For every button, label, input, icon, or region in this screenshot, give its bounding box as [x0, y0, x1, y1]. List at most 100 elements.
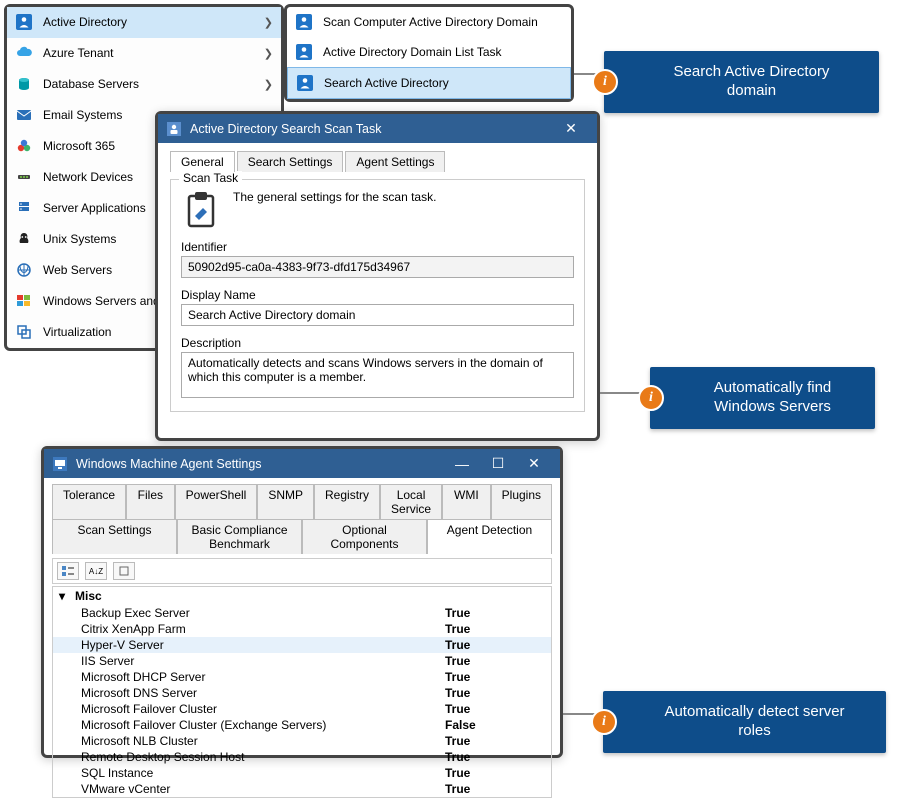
- identifier-label: Identifier: [181, 240, 574, 254]
- sidebar-item-label: Database Servers: [43, 77, 264, 91]
- grid-row[interactable]: Microsoft DHCP ServerTrue: [53, 669, 551, 685]
- display-name-field[interactable]: [181, 304, 574, 326]
- property-name: Microsoft Failover Cluster: [81, 702, 445, 716]
- tab-plugins[interactable]: Plugins: [491, 484, 552, 519]
- tab-scan-settings[interactable]: Scan Settings: [52, 519, 177, 554]
- grid-row[interactable]: IIS ServerTrue: [53, 653, 551, 669]
- tab-local-service[interactable]: Local Service: [380, 484, 442, 519]
- grid-row[interactable]: Microsoft DNS ServerTrue: [53, 685, 551, 701]
- scan-task-group: Scan Task The general settings for the s…: [170, 179, 585, 412]
- property-grid: ▾MiscBackup Exec ServerTrueCitrix XenApp…: [52, 586, 552, 798]
- scan-task-description: The general settings for the scan task.: [233, 190, 436, 204]
- tab-general[interactable]: General: [170, 151, 235, 172]
- tab-snmp[interactable]: SNMP: [257, 484, 314, 519]
- dialog-title: Windows Machine Agent Settings: [76, 457, 262, 471]
- submenu-item[interactable]: Search Active Directory: [287, 67, 571, 99]
- tab-files[interactable]: Files: [126, 484, 175, 519]
- web-icon: [15, 261, 33, 279]
- grid-row[interactable]: SQL InstanceTrue: [53, 765, 551, 781]
- dialog-titlebar[interactable]: Windows Machine Agent Settings — ☐ ✕: [44, 449, 560, 478]
- chevron-right-icon: ❯: [264, 78, 273, 91]
- grid-row[interactable]: Microsoft NLB ClusterTrue: [53, 733, 551, 749]
- submenu-item-label: Active Directory Domain List Task: [323, 45, 502, 59]
- mail-icon: [15, 106, 33, 124]
- grid-row[interactable]: VMware vCenterTrue: [53, 781, 551, 797]
- sidebar-item-azure-tenant[interactable]: Azure Tenant❯: [7, 38, 281, 69]
- property-value: True: [445, 606, 545, 620]
- tab-registry[interactable]: Registry: [314, 484, 380, 519]
- submenu-item-label: Search Active Directory: [324, 76, 449, 90]
- grid-row[interactable]: Microsoft Failover ClusterTrue: [53, 701, 551, 717]
- ad-search-scan-task-dialog: Active Directory Search Scan Task ✕ Gene…: [155, 111, 600, 441]
- property-value: True: [445, 622, 545, 636]
- close-button[interactable]: ✕: [553, 120, 589, 137]
- property-value: True: [445, 686, 545, 700]
- dialog-icon: [166, 121, 182, 137]
- cloud-icon: [15, 44, 33, 62]
- grid-row[interactable]: Microsoft Failover Cluster (Exchange Ser…: [53, 717, 551, 733]
- tab-tolerance[interactable]: Tolerance: [52, 484, 126, 519]
- property-value: True: [445, 638, 545, 652]
- info-badge-icon: i: [592, 69, 618, 95]
- server-app-icon: [15, 199, 33, 217]
- category-label: Misc: [75, 589, 102, 603]
- tab-agent-settings[interactable]: Agent Settings: [345, 151, 445, 172]
- callout-text: Automatically findWindows Servers: [714, 379, 832, 415]
- ad-icon: [15, 13, 33, 31]
- active-directory-submenu: Scan Computer Active Directory Domain Act…: [284, 4, 574, 102]
- property-name: SQL Instance: [81, 766, 445, 780]
- submenu-item[interactable]: Scan Computer Active Directory Domain: [287, 7, 571, 37]
- ad-icon: [295, 13, 313, 31]
- tab-optional-components[interactable]: Optional Components: [302, 519, 427, 554]
- sidebar-item-label: Active Directory: [43, 15, 264, 29]
- chevron-right-icon: ❯: [264, 16, 273, 29]
- sidebar-item-active-directory[interactable]: Active Directory❯: [7, 7, 281, 38]
- tab-basic-compliance-benchmark[interactable]: Basic Compliance Benchmark: [177, 519, 302, 554]
- property-value: True: [445, 782, 545, 796]
- grid-row[interactable]: Backup Exec ServerTrue: [53, 605, 551, 621]
- tab-search-settings[interactable]: Search Settings: [237, 151, 344, 172]
- chevron-right-icon: ❯: [264, 47, 273, 60]
- property-name: Hyper-V Server: [81, 638, 445, 652]
- collapse-icon[interactable]: ▾: [59, 589, 75, 603]
- tabs-row-1: ToleranceFilesPowerShellSNMPRegistryLoca…: [52, 484, 552, 519]
- property-name: Microsoft Failover Cluster (Exchange Ser…: [81, 718, 445, 732]
- property-pages-button[interactable]: [113, 562, 135, 580]
- tab-powershell[interactable]: PowerShell: [175, 484, 258, 519]
- categorized-button[interactable]: [57, 562, 79, 580]
- property-value: True: [445, 702, 545, 716]
- grid-row[interactable]: Citrix XenApp FarmTrue: [53, 621, 551, 637]
- dialog-title: Active Directory Search Scan Task: [190, 122, 382, 136]
- tab-agent-detection[interactable]: Agent Detection: [427, 519, 552, 554]
- network-icon: [15, 168, 33, 186]
- submenu-item-label: Scan Computer Active Directory Domain: [323, 15, 538, 29]
- unix-icon: [15, 230, 33, 248]
- ad-icon: [296, 74, 314, 92]
- grid-category[interactable]: ▾Misc: [53, 587, 551, 605]
- property-name: Microsoft NLB Cluster: [81, 734, 445, 748]
- grid-row[interactable]: Remote Desktop Session HostTrue: [53, 749, 551, 765]
- group-label: Scan Task: [179, 171, 242, 185]
- dialog-icon: [52, 456, 68, 472]
- grid-row[interactable]: Hyper-V ServerTrue: [53, 637, 551, 653]
- display-name-label: Display Name: [181, 288, 574, 302]
- callout-text: Automatically detect server roles: [664, 703, 844, 739]
- description-label: Description: [181, 336, 574, 350]
- m365-icon: [15, 137, 33, 155]
- property-value: True: [445, 766, 545, 780]
- info-badge-icon: i: [591, 709, 617, 735]
- alphabetical-button[interactable]: A↓Z: [85, 562, 107, 580]
- sidebar-item-database-servers[interactable]: Database Servers❯: [7, 69, 281, 100]
- dialog-titlebar[interactable]: Active Directory Search Scan Task ✕: [158, 114, 597, 143]
- close-button[interactable]: ✕: [516, 455, 552, 472]
- tabs-row-2: Scan SettingsBasic Compliance BenchmarkO…: [52, 519, 552, 554]
- minimize-button[interactable]: —: [444, 456, 480, 472]
- windows-icon: [15, 292, 33, 310]
- property-name: Microsoft DNS Server: [81, 686, 445, 700]
- maximize-button[interactable]: ☐: [480, 455, 516, 472]
- clipboard-icon: [181, 190, 221, 230]
- tab-wmi[interactable]: WMI: [442, 484, 491, 519]
- description-field[interactable]: [181, 352, 574, 398]
- sidebar-item-label: Azure Tenant: [43, 46, 264, 60]
- submenu-item[interactable]: Active Directory Domain List Task: [287, 37, 571, 67]
